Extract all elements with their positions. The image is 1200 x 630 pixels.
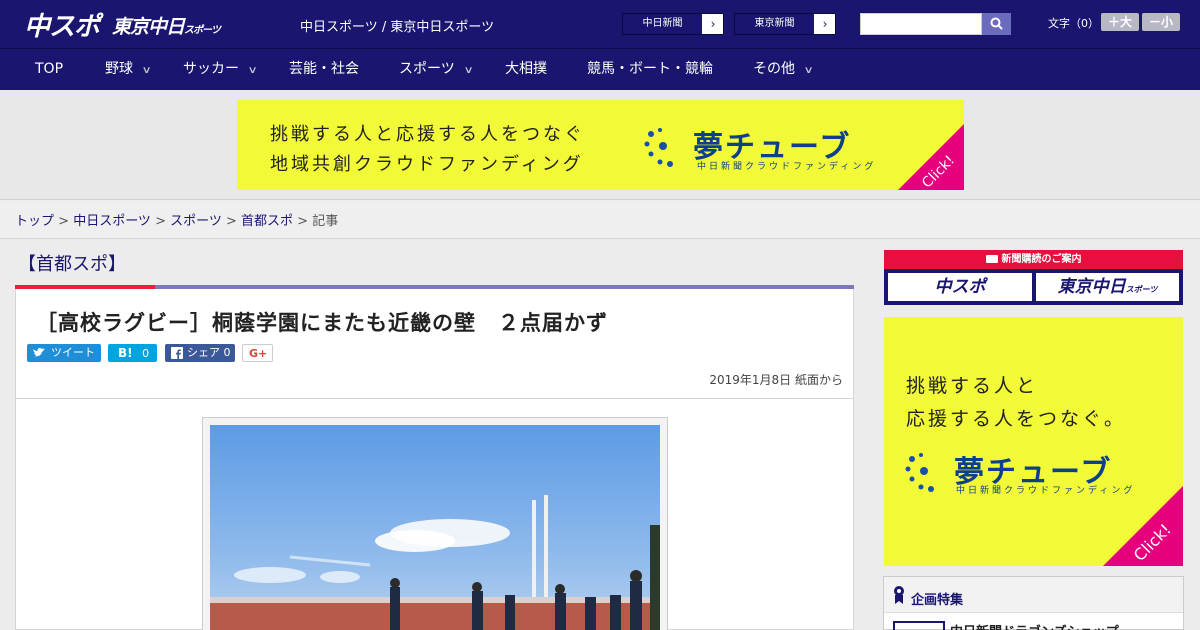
chunichi-shimbun-label: 中日新聞 [623,14,703,34]
breadcrumb-current: 記事 [312,214,339,229]
nav-item-racing[interactable]: 競馬・ボート・競輪 [587,49,713,90]
banner-line2: 地域共創クラウドファンディング [270,154,584,175]
breadcrumb-sep: > [54,214,74,229]
nav-item-top[interactable]: TOP [35,49,63,90]
banner-area: 挑戦する人と応援する人をつなぐ 地域共創クラウドファンディング 夢チューブ 中日… [0,90,1200,200]
nav-label: サッカー [183,61,239,77]
ribbon-badge-icon [894,586,904,604]
feature-title: 企画特集 [911,593,964,608]
chevron-down-icon: ∨ [141,65,152,76]
nav-item-soccer[interactable]: サッカー ∨ [183,49,258,90]
site-header: 中スポ 東京中日スポーツ 中日スポーツ / 東京中日スポーツ 中日新聞 › 東京… [0,0,1200,48]
search-input[interactable] [860,13,982,35]
font-larger-button[interactable]: ＋大 [1101,13,1139,31]
chevron-down-icon: ∨ [803,65,814,76]
tokyo-logo-small: スポーツ [184,25,221,36]
chevron-right-icon: › [710,17,716,31]
nav-item-entertainment[interactable]: 芸能・社会 [289,49,359,90]
article-photo-frame [202,417,668,630]
tokyo-shimbun-button[interactable]: 東京新聞 › [734,13,836,35]
breadcrumb-sports[interactable]: スポーツ [170,214,222,229]
feature-box: 企画特集 中日新聞ドラゴンズショップ [883,576,1184,630]
tokyo-logo-text: 東京中日 [112,16,185,38]
subscription-box: 新聞購読のご案内 中スポ 東京中日スポーツ [884,250,1183,305]
search-button[interactable] [982,13,1011,35]
banner-line1: 挑戦する人と応援する人をつなぐ [270,124,585,145]
side-ad-line1: 挑戦する人と [906,375,1039,397]
chuspo-subscribe-button[interactable]: 中スポ [888,273,1032,301]
article-dateline: 2019年1月8日 紙面から [709,373,843,387]
tokyo-chunichi-subscribe-button[interactable]: 東京中日スポーツ [1036,273,1179,301]
tokyo-chunichi-subscribe-label: 東京中日 [1057,277,1126,297]
feature-heading: 企画特集 [884,577,1183,613]
nav-item-sports[interactable]: スポーツ ∨ [399,49,474,90]
chuspo-logo[interactable]: 中スポ [24,6,100,43]
tweet-label: ツイート [51,346,95,359]
font-smaller-button[interactable]: －小 [1142,13,1180,31]
breadcrumb-sep: > [293,214,313,229]
twitter-bird-icon [33,347,45,357]
section-title: 【首都スポ】 [18,254,126,275]
tokyo-chunichi-logo[interactable]: 東京中日スポーツ [112,12,221,39]
tokyo-chunichi-subscribe-small: スポーツ [1125,285,1158,294]
banner-brand-sub: 中日新聞クラウドファンディング [697,162,877,172]
facebook-icon [171,347,183,359]
article-headline: ［高校ラグビー］桐蔭学園にまたも近畿の壁 ２点届かず [36,311,608,335]
feature-item-link[interactable]: 中日新聞ドラゴンズショップ [950,621,1119,630]
breadcrumb-chunichi-sports[interactable]: 中日スポーツ [73,214,151,229]
facebook-share-button[interactable]: シェア 0 [165,344,235,362]
nav-label: その他 [753,61,795,77]
hatena-icon: B! [118,346,133,360]
hatena-count: 0 [142,347,150,360]
google-plus-button[interactable]: G+ [242,344,273,362]
hatena-bookmark-button[interactable]: B! 0 [108,344,157,362]
nav-item-other[interactable]: その他 ∨ [753,49,814,90]
breadcrumb-shuto-spo[interactable]: 首都スポ [241,214,293,229]
nav-label: 野球 [105,61,133,77]
nav-label: スポーツ [399,61,455,77]
dots-logo-icon [644,128,673,167]
nav-item-baseball[interactable]: 野球 ∨ [105,49,152,90]
nav-item-sumo[interactable]: 大相撲 [505,49,547,90]
main-nav: TOP 野球 ∨ サッカー ∨ 芸能・社会 スポーツ ∨ 大相撲 競馬・ボート・競輪 … [0,48,1200,90]
chevron-right-icon: › [822,17,828,31]
site-links[interactable]: 中日スポーツ / 東京中日スポーツ [300,16,494,35]
dots-logo-icon [905,453,934,492]
chunichi-shimbun-button[interactable]: 中日新聞 › [622,13,724,35]
breadcrumb-sep: > [221,214,242,229]
article-divider [16,398,853,399]
side-ad-line2: 応援する人をつなぐ。 [906,408,1127,430]
feature-thumbnail[interactable] [893,621,945,630]
nav-label: 大相撲 [505,61,547,77]
search-icon [990,17,1003,30]
breadcrumb: トップ > 中日スポーツ > スポーツ > 首都スポ > 記事 [0,201,1200,239]
ticket-icon [985,255,998,263]
article-card: ［高校ラグビー］桐蔭学園にまたも近畿の壁 ２点届かず ツイート B! 0 シェア… [15,289,854,630]
nav-label: 競馬・ボート・競輪 [587,61,713,77]
facebook-share-label: シェア 0 [187,346,231,359]
breadcrumb-top[interactable]: トップ [15,214,54,229]
article-photo[interactable] [210,425,660,630]
font-size-label: 文字（0） [1048,17,1099,30]
nav-label: 芸能・社会 [289,61,359,77]
chevron-down-icon: ∨ [247,65,258,76]
crowdfunding-banner[interactable]: 挑戦する人と応援する人をつなぐ 地域共創クラウドファンディング 夢チューブ 中日… [237,100,964,190]
rugby-photo-illustration [210,495,660,630]
nav-label: TOP [35,61,64,77]
tokyo-shimbun-label: 東京新聞 [735,14,815,34]
breadcrumb-sep: > [150,214,171,229]
chevron-down-icon: ∨ [463,65,474,76]
tweet-button[interactable]: ツイート [27,344,101,362]
sidebar-crowdfunding-ad[interactable]: 挑戦する人と 応援する人をつなぐ。 夢チューブ 中日新聞クラウドファンディング … [884,317,1183,566]
subscription-heading-text: 新聞購読のご案内 [1001,254,1082,265]
subscription-heading: 新聞購読のご案内 [884,250,1183,269]
